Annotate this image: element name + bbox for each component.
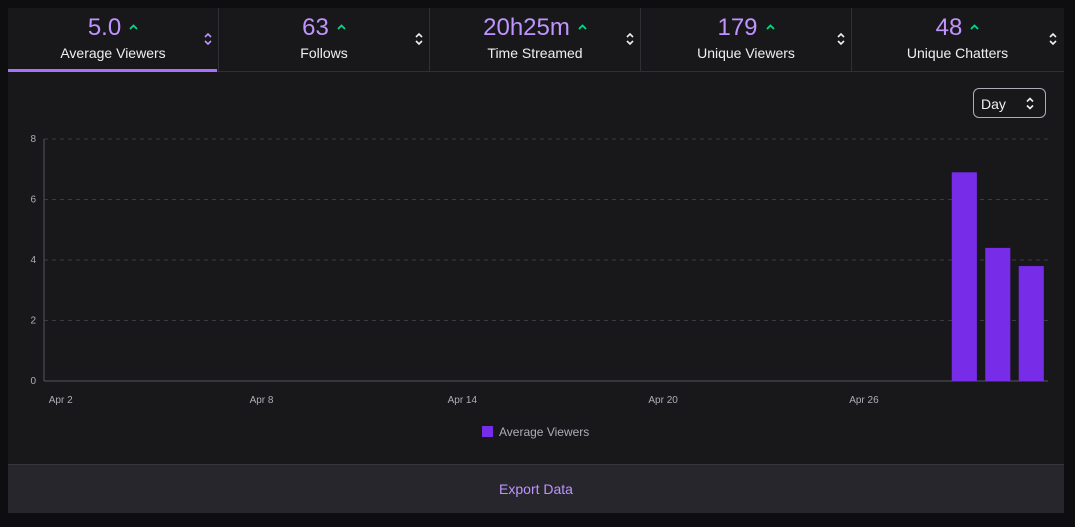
stat-tab-unique-viewers[interactable]: 179 Unique Viewers — [641, 8, 852, 71]
stat-label: Time Streamed — [487, 45, 583, 61]
stat-tab-unique-chatters[interactable]: 48 Unique Chatters — [852, 8, 1063, 71]
legend-label: Average Viewers — [499, 425, 589, 439]
stat-value: 48 — [935, 14, 963, 41]
y-tick-label: 4 — [30, 255, 36, 266]
y-tick-label: 0 — [30, 376, 36, 387]
stat-value: 20h25m — [483, 14, 570, 41]
caret-up-icon — [337, 24, 346, 30]
stat-label: Unique Chatters — [906, 45, 1009, 61]
bar[interactable] — [951, 172, 977, 381]
stat-label: Unique Viewers — [697, 45, 795, 61]
x-tick-label: Apr 8 — [250, 395, 274, 406]
caret-up-icon — [765, 24, 775, 30]
legend-swatch — [482, 426, 493, 437]
stat-value: 63 — [302, 14, 329, 41]
x-tick-label: Apr 2 — [49, 395, 73, 406]
caret-up-icon — [970, 24, 979, 30]
sort-arrows-icon[interactable] — [204, 32, 212, 46]
sort-arrows-icon[interactable] — [415, 32, 423, 46]
y-tick-label: 8 — [30, 134, 36, 145]
sort-arrows-icon[interactable] — [837, 32, 845, 46]
stat-value: 179 — [717, 14, 758, 41]
average-viewers-chart: 0 2 4 6 8 Apr 2 Apr 8 Apr 14 Apr 20 Apr 26 Average… — [30, 134, 1048, 439]
period-select-value: Day — [981, 96, 1006, 112]
period-select[interactable]: Day — [973, 88, 1046, 118]
stat-label: Follows — [300, 45, 348, 61]
y-tick-label: 2 — [30, 316, 36, 327]
bar[interactable] — [1018, 266, 1044, 381]
sort-arrows-icon[interactable] — [626, 32, 634, 46]
caret-up-icon — [578, 24, 587, 30]
bar[interactable] — [985, 247, 1011, 381]
x-tick-label: Apr 26 — [849, 395, 879, 406]
x-tick-label: Apr 14 — [448, 395, 478, 406]
stat-tab-follows[interactable]: 63 Follows — [219, 8, 430, 71]
chevron-up-down-icon — [1026, 97, 1034, 110]
export-data-label: Export Data — [499, 481, 573, 497]
stat-tab-time-streamed[interactable]: 20h25m Time Streamed — [430, 8, 641, 71]
stat-tab-average-viewers[interactable]: 5.0 Average Viewers — [8, 8, 219, 72]
sort-arrows-icon[interactable] — [1049, 32, 1057, 46]
caret-up-icon — [129, 24, 138, 30]
x-tick-label: Apr 20 — [648, 395, 678, 406]
stat-tabs: 5.0 Average Viewers 63 Follows 20h25m Ti… — [8, 8, 1064, 72]
y-tick-label: 6 — [30, 195, 36, 206]
stat-label: Average Viewers — [60, 45, 166, 61]
export-data-button[interactable]: Export Data — [8, 464, 1064, 513]
stat-value: 5.0 — [87, 14, 122, 41]
analytics-panel: 5.0 Average Viewers 63 Follows 20h25m Ti… — [8, 8, 1064, 513]
